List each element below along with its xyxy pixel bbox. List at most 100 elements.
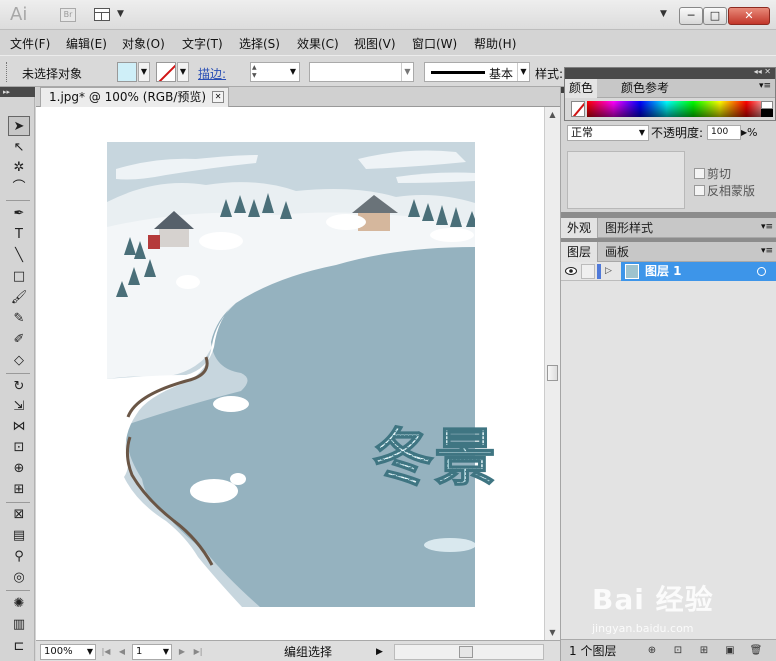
collapse-icon[interactable]: ◂◂ ✕ — [754, 67, 771, 76]
transparency-thumbnail[interactable] — [567, 151, 685, 209]
paintbrush-tool-icon[interactable]: 🖌 — [8, 288, 30, 308]
control-bar-grip[interactable] — [6, 62, 9, 82]
color-spectrum-bar[interactable] — [587, 101, 773, 117]
workspace-dropdown-icon[interactable]: ▼ — [660, 9, 667, 19]
panel-menu-icon[interactable]: ▾≡ — [761, 220, 773, 234]
pen-tool-icon[interactable]: ✒ — [8, 204, 30, 224]
free-transform-tool-icon[interactable]: ⊡ — [8, 438, 30, 458]
chevron-down-icon[interactable]: ▼ — [290, 63, 296, 81]
menu-effect[interactable]: 效果(C) — [297, 35, 339, 52]
opacity-input[interactable]: 100 — [707, 125, 741, 140]
horizontal-scroll-thumb[interactable] — [459, 646, 473, 658]
new-sublayer-icon[interactable]: ⊞ — [697, 644, 711, 658]
tab-graphic-styles[interactable]: 图形样式 — [599, 218, 659, 238]
horizontal-scrollbar[interactable] — [394, 644, 544, 660]
panel-menu-icon[interactable]: ▾≡ — [759, 81, 771, 91]
close-icon[interactable]: ✕ — [212, 91, 225, 103]
bridge-button[interactable]: Br — [60, 8, 76, 22]
direct-selection-tool-icon[interactable]: ↖ — [8, 138, 30, 158]
stroke-dropdown-icon[interactable]: ▼ — [177, 62, 189, 82]
menu-view[interactable]: 视图(V) — [354, 35, 396, 52]
menu-file[interactable]: 文件(F) — [10, 35, 50, 52]
stroke-link[interactable]: 描边: — [198, 65, 226, 82]
next-artboard-icon[interactable]: ▶ — [176, 644, 188, 660]
invert-mask-checkbox[interactable]: 反相蒙版 — [694, 182, 755, 199]
fill-swatch[interactable] — [117, 62, 137, 82]
previous-artboard-icon[interactable]: ◀ — [116, 644, 128, 660]
zoom-select[interactable]: 100% ▼ — [40, 644, 96, 660]
vertical-scrollbar[interactable]: ▲ ▼ — [544, 107, 560, 640]
menu-select[interactable]: 选择(S) — [239, 35, 280, 52]
visibility-eye-icon[interactable] — [565, 266, 577, 276]
artboard-number-select[interactable]: 1 ▼ — [132, 644, 172, 660]
menu-edit[interactable]: 编辑(E) — [66, 35, 107, 52]
artwork-winter-scene[interactable]: 冬景 — [36, 107, 544, 640]
minimize-button[interactable]: ─ — [679, 7, 703, 25]
close-button[interactable]: ✕ — [728, 7, 770, 25]
stroke-swatch[interactable] — [156, 62, 176, 82]
maximize-button[interactable]: □ — [703, 7, 727, 25]
pencil-tool-icon[interactable]: ✎ — [8, 309, 30, 329]
menu-type[interactable]: 文字(T) — [182, 35, 223, 52]
first-artboard-icon[interactable]: |◀ — [100, 644, 112, 660]
magic-wand-tool-icon[interactable]: ✲ — [8, 158, 30, 178]
tab-layers[interactable]: 图层 — [561, 242, 599, 262]
layer-name[interactable]: 图层 1 — [645, 263, 682, 280]
line-tool-icon[interactable]: ╲ — [8, 246, 30, 266]
selection-tool-icon[interactable]: ➤ — [8, 116, 30, 136]
panel-menu-icon[interactable]: ▾≡ — [761, 244, 773, 258]
rotate-tool-icon[interactable]: ↻ — [8, 377, 30, 397]
status-menu-icon[interactable]: ▶ — [376, 644, 383, 660]
vertical-scroll-thumb[interactable] — [547, 365, 558, 381]
symbol-sprayer-tool-icon[interactable]: ✺ — [8, 594, 30, 614]
canvas-area[interactable]: 冬景 — [36, 107, 544, 640]
menu-window[interactable]: 窗口(W) — [412, 35, 457, 52]
color-panel-header[interactable]: ◂◂ ✕ — [565, 67, 775, 79]
artboard-tool-icon[interactable]: ⊏ — [8, 637, 30, 657]
variable-width-select[interactable]: ▼ — [309, 62, 414, 82]
gradient-tool-icon[interactable]: ▤ — [8, 526, 30, 546]
type-tool-icon[interactable]: T — [8, 225, 30, 245]
clip-checkbox[interactable]: 剪切 — [694, 165, 731, 182]
blend-mode-select[interactable]: 正常 ▼ — [567, 125, 649, 141]
last-artboard-icon[interactable]: ▶| — [192, 644, 204, 660]
checkbox-box[interactable] — [694, 168, 705, 179]
layer-target-icon[interactable] — [757, 267, 766, 276]
scale-tool-icon[interactable]: ⇲ — [8, 397, 30, 417]
scroll-down-icon[interactable]: ▼ — [545, 625, 560, 640]
lasso-tool-icon[interactable]: ⌒ — [8, 178, 30, 198]
locate-object-icon[interactable]: ⊕ — [645, 644, 659, 658]
brush-definition-select[interactable]: 基本 ▼ — [424, 62, 530, 82]
tab-color[interactable]: 颜色 — [565, 79, 598, 98]
perspective-grid-tool-icon[interactable]: ⊞ — [8, 480, 30, 500]
stroke-weight-field[interactable]: ▲ ▼ ▼ — [250, 62, 300, 82]
blob-brush-tool-icon[interactable]: ✐ — [8, 330, 30, 350]
mesh-tool-icon[interactable]: ⊠ — [8, 505, 30, 525]
black-white-swatches[interactable] — [761, 101, 773, 117]
eraser-tool-icon[interactable]: ◇ — [8, 351, 30, 371]
menu-object[interactable]: 对象(O) — [122, 35, 165, 52]
black-swatch[interactable] — [761, 109, 773, 117]
menu-help[interactable]: 帮助(H) — [474, 35, 516, 52]
new-layer-icon[interactable]: ▣ — [723, 644, 737, 658]
tab-color-guide[interactable]: 颜色参考 — [617, 79, 673, 98]
tab-artboards[interactable]: 画板 — [599, 242, 635, 262]
width-tool-icon[interactable]: ⋈ — [8, 417, 30, 437]
shape-builder-tool-icon[interactable]: ⊕ — [8, 459, 30, 479]
blend-tool-icon[interactable]: ◎ — [8, 568, 30, 588]
arrange-documents-button[interactable]: ▼ — [92, 7, 126, 24]
checkbox-box[interactable] — [694, 185, 705, 196]
lock-toggle[interactable] — [581, 264, 595, 279]
layer-row[interactable]: ▷ 图层 1 — [561, 262, 776, 281]
document-tab[interactable]: 1.jpg* @ 100% (RGB/预览) ✕ — [40, 87, 230, 107]
fill-dropdown-icon[interactable]: ▼ — [138, 62, 150, 82]
eyedropper-tool-icon[interactable]: ⚲ — [8, 547, 30, 567]
delete-layer-icon[interactable]: 🗑 — [749, 644, 763, 658]
stepper-icon[interactable]: ▲ ▼ — [252, 64, 260, 80]
white-swatch[interactable] — [761, 101, 773, 109]
none-color-swatch[interactable] — [571, 101, 585, 117]
make-clipping-mask-icon[interactable]: ⊡ — [671, 644, 685, 658]
tools-panel-collapse[interactable]: ▸▸ — [0, 87, 35, 97]
column-graph-tool-icon[interactable]: ▥ — [8, 615, 30, 635]
scroll-up-icon[interactable]: ▲ — [545, 107, 560, 122]
